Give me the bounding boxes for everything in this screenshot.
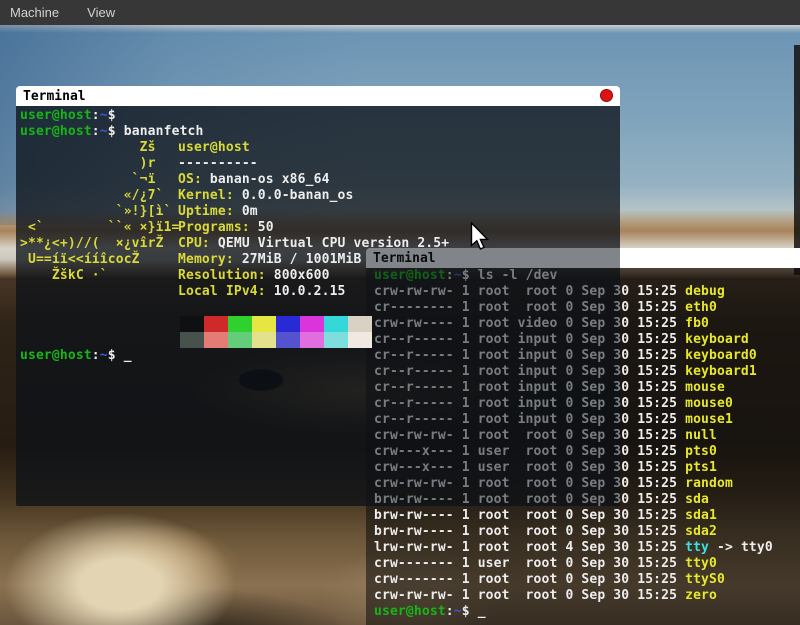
terminal1-content[interactable]: user@host:~$ user@host:~$ bananfetch Zš … — [16, 106, 620, 506]
color-palette — [180, 316, 372, 348]
palette-swatch — [300, 332, 324, 348]
info-line: Memory: 27MiB / 1001MiB — [178, 252, 449, 268]
terminal1-title: Terminal — [16, 89, 86, 104]
info-line: Uptime: 0m — [178, 204, 449, 220]
info-line: Kernel: 0.0.0-banan_os — [178, 188, 449, 204]
terminal-line: user@host:~$ bananfetch — [20, 124, 620, 140]
palette-swatch — [348, 332, 372, 348]
palette-swatch — [180, 332, 204, 348]
vm-screen: Machine View Terminal user@host:~$ ls -l… — [0, 0, 800, 625]
palette-swatch — [180, 316, 204, 332]
ls-row: crw------- 1 root root 0 Sep 30 15:25 tt… — [374, 572, 800, 588]
info-line: Local IPv4: 10.0.2.15 — [178, 284, 449, 300]
terminal-prompt-line: user@host:~$ _ — [20, 348, 620, 364]
ls-row: crw------- 1 user root 0 Sep 30 15:25 tt… — [374, 556, 800, 572]
info-line: user@host — [178, 140, 449, 156]
text-cursor: _ — [124, 348, 132, 363]
menu-item-view[interactable]: View — [87, 5, 115, 20]
palette-swatch — [300, 316, 324, 332]
palette-swatch — [276, 332, 300, 348]
palette-swatch — [252, 316, 276, 332]
menu-bar: Machine View — [0, 0, 800, 25]
palette-swatch — [228, 332, 252, 348]
terminal1-titlebar[interactable]: Terminal — [16, 86, 620, 106]
mouse-cursor — [470, 222, 490, 252]
close-button[interactable] — [600, 89, 613, 102]
palette-swatch — [324, 316, 348, 332]
terminal-prompt-line: user@host:~$ _ — [374, 604, 800, 620]
ls-row: brw-rw---- 1 root root 0 Sep 30 15:25 sd… — [374, 524, 800, 540]
palette-swatch — [348, 316, 372, 332]
ls-row: crw-rw-rw- 1 root root 0 Sep 30 15:25 ze… — [374, 588, 800, 604]
info-line: Programs: 50 — [178, 220, 449, 236]
info-line: Resolution: 800x600 — [178, 268, 449, 284]
palette-swatch — [204, 316, 228, 332]
desktop[interactable]: Terminal user@host:~$ ls -l /dev crw-rw-… — [0, 25, 800, 625]
palette-swatch — [252, 332, 276, 348]
palette-swatch — [228, 316, 252, 332]
menu-item-machine[interactable]: Machine — [10, 5, 59, 20]
info-line: CPU: QEMU Virtual CPU version 2.5+ — [178, 236, 449, 252]
palette-swatch — [204, 332, 228, 348]
bananfetch-output: Zš )r `¬ï «/¿7` `»!}[ì` <` ``« ×}ï1= >**… — [20, 140, 620, 300]
ls-row: lrw-rw-rw- 1 root root 4 Sep 30 15:25 tt… — [374, 540, 800, 556]
ascii-art-logo: Zš )r `¬ï «/¿7` `»!}[ì` <` ``« ×}ï1= >**… — [20, 140, 178, 300]
palette-swatch — [324, 332, 348, 348]
text-cursor: _ — [478, 604, 486, 619]
system-info: user@host----------OS: banan-os x86_64Ke… — [178, 140, 449, 300]
info-line: ---------- — [178, 156, 449, 172]
palette-swatch — [276, 316, 300, 332]
terminal-prompt-line: user@host:~$ — [20, 108, 620, 124]
command-text: bananfetch — [124, 124, 204, 139]
terminal-window-bananfetch: Terminal user@host:~$ user@host:~$ banan… — [16, 86, 620, 506]
info-line: OS: banan-os x86_64 — [178, 172, 449, 188]
ls-row: brw-rw---- 1 root root 0 Sep 30 15:25 sd… — [374, 508, 800, 524]
